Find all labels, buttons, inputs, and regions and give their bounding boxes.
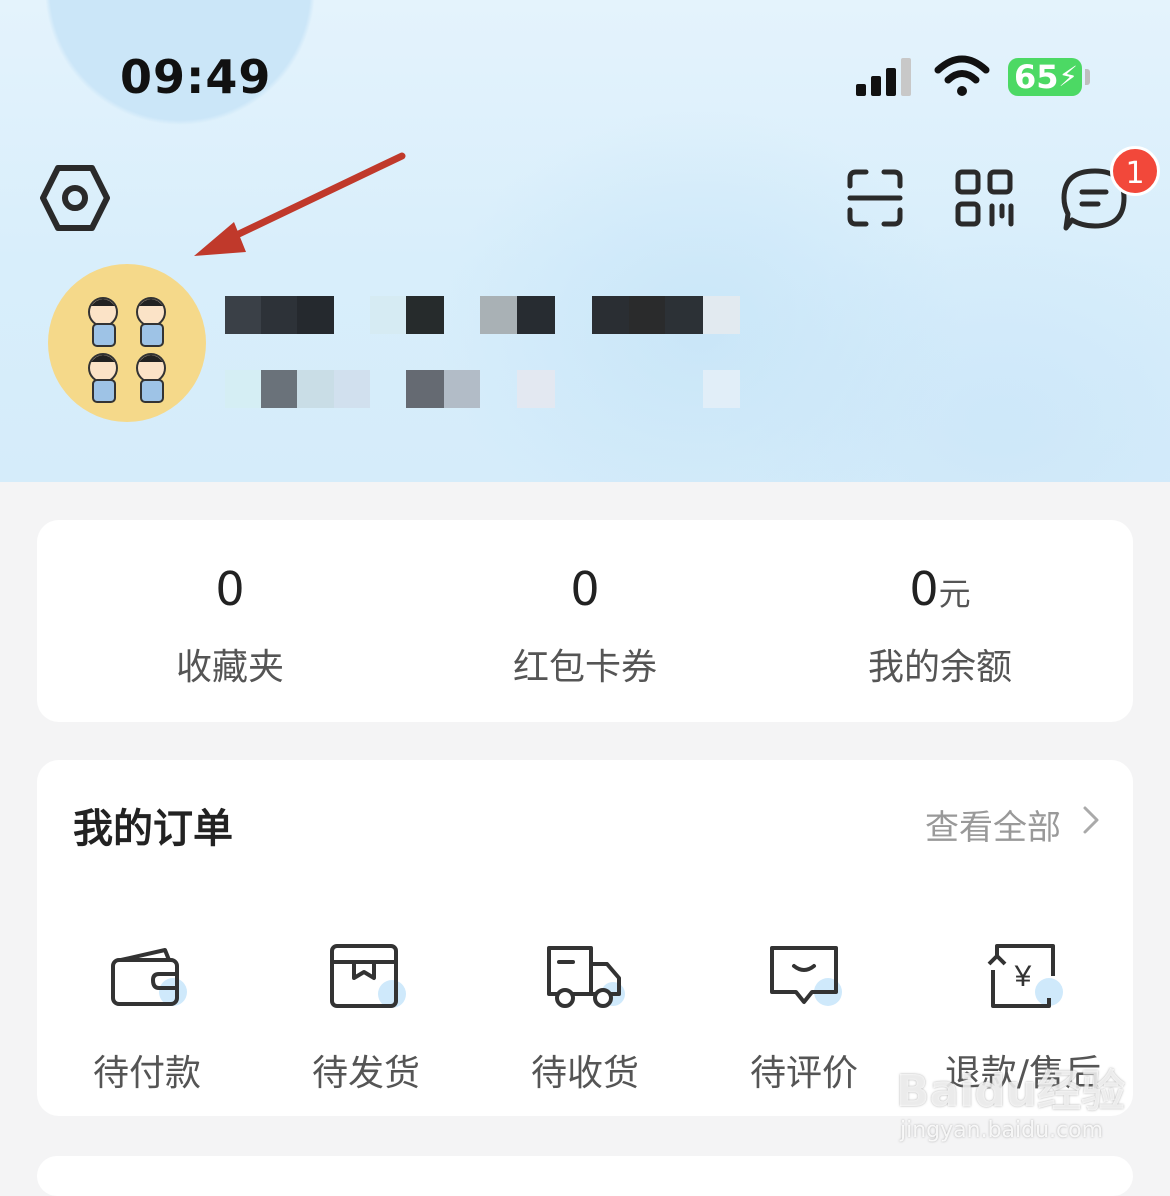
watermark-logo: Baidu经验 [896,1066,1126,1117]
stat-value: 0元 [909,562,971,616]
stat-value: 0 [215,562,245,616]
annotation-arrow [194,152,406,256]
package-icon [330,944,406,1008]
stat-label: 红包卡券 [512,647,657,688]
stat-label: 我的余额 [867,647,1012,688]
refund-icon: ¥ [987,944,1063,1008]
stat-favorites[interactable]: 0 收藏夹 [52,520,408,722]
battery-cap [1085,69,1090,85]
chevron-right-icon[interactable] [1081,804,1101,836]
watermark-url: jingyan.baidu.com [900,1118,1104,1143]
battery-indicator: 65 ⚡ [1008,58,1082,96]
orders-title: 我的订单 [73,806,233,852]
next-card [37,1156,1133,1196]
stat-label: 收藏夹 [175,647,284,688]
order-label: 待付款 [92,1053,201,1094]
order-label: 待评价 [749,1053,858,1094]
stat-balance[interactable]: 0元 我的余额 [762,520,1118,722]
stats-card: 0 收藏夹 0 红包卡券 0元 我的余额 [37,520,1133,722]
wifi-icon [934,55,990,96]
order-label: 待发货 [311,1053,420,1094]
stat-coupons[interactable]: 0 红包卡券 [407,520,763,722]
charging-icon: ⚡ [1058,60,1078,93]
avatar[interactable] [48,264,206,422]
svg-text:¥: ¥ [1014,960,1032,993]
stat-value: 0 [570,562,600,616]
battery-level: 65 [1014,58,1059,96]
avatar-image [88,297,166,403]
scan-icon[interactable] [846,168,904,228]
comment-icon [770,946,842,1006]
cellular-signal-icon [856,58,914,96]
view-all-orders-link[interactable]: 查看全部 [925,800,1061,849]
wallet-icon [111,948,187,1006]
truck-icon [547,946,625,1008]
qr-code-icon[interactable] [954,168,1016,228]
order-label: 待收货 [530,1053,639,1094]
message-badge: 1 [1110,146,1160,196]
